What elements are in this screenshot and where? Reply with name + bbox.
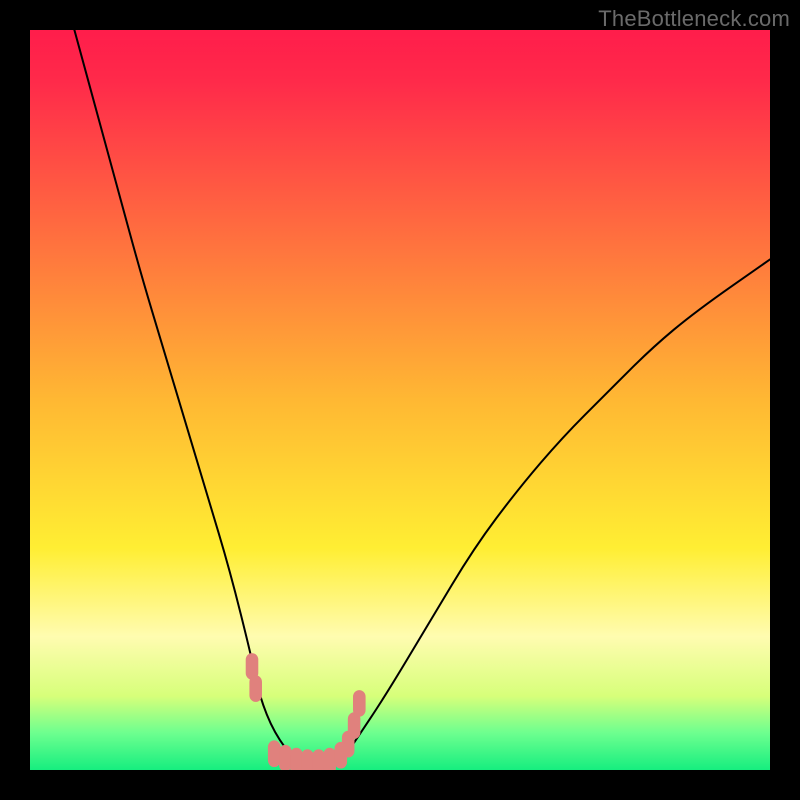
marker-point bbox=[323, 748, 336, 770]
marker-point bbox=[312, 749, 325, 770]
marker-point bbox=[268, 740, 281, 767]
watermark-text: TheBottleneck.com bbox=[598, 6, 790, 32]
bottleneck-curve bbox=[74, 30, 770, 765]
marker-point bbox=[249, 675, 262, 702]
chart-frame: TheBottleneck.com bbox=[0, 0, 800, 800]
marker-point bbox=[290, 748, 303, 770]
marker-group bbox=[246, 653, 366, 770]
curve-layer bbox=[30, 30, 770, 770]
marker-point bbox=[279, 745, 292, 770]
plot-area bbox=[30, 30, 770, 770]
marker-point bbox=[301, 749, 314, 770]
marker-point bbox=[353, 690, 366, 717]
